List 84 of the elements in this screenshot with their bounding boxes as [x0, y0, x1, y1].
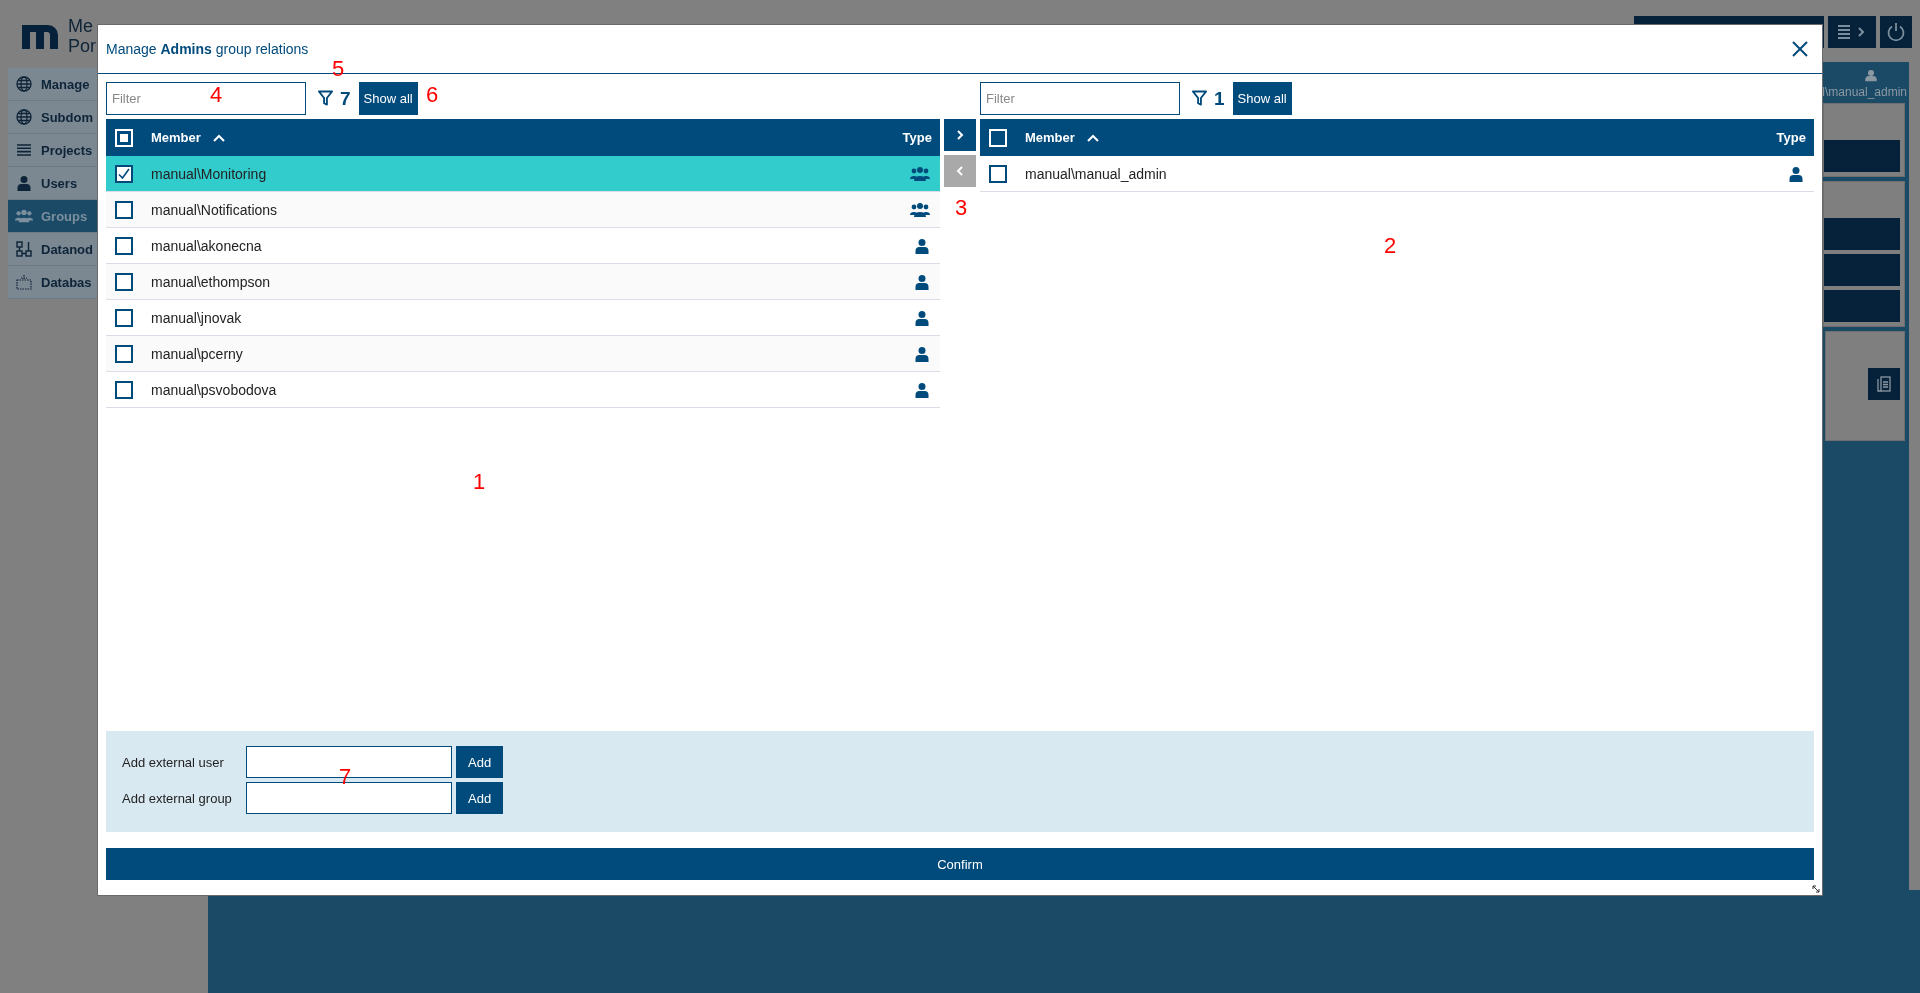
add-button[interactable]: Add	[456, 746, 504, 778]
nav-label: Manage	[41, 76, 90, 92]
user-icon	[15, 175, 33, 191]
sort-caret-icon[interactable]	[1086, 133, 1099, 142]
column-header[interactable]: Type	[902, 130, 932, 145]
checkbox[interactable]	[989, 164, 1007, 183]
show-all-button[interactable]: Show all	[1232, 82, 1292, 115]
member-row[interactable]: manual\Notifications	[106, 192, 940, 228]
member-row[interactable]: manual\pcerny	[106, 336, 940, 372]
database-icon	[15, 274, 33, 290]
checkbox[interactable]	[115, 272, 133, 291]
logo-text: Me	[68, 16, 94, 36]
column-header[interactable]: Member	[1025, 130, 1075, 145]
annotation-number: 6	[425, 84, 439, 106]
nav-label: Datanod	[41, 241, 93, 257]
select-all-checkbox[interactable]	[115, 128, 133, 147]
filter-icon	[318, 90, 333, 107]
globe-icon	[15, 76, 33, 92]
document-icon	[1877, 376, 1891, 392]
user-icon	[1863, 69, 1879, 83]
annotation-number: 2	[1383, 235, 1397, 257]
group-icon	[15, 208, 33, 224]
filter-icon	[1192, 90, 1207, 107]
column-header[interactable]: Type	[1776, 130, 1806, 145]
result-count: 1	[1214, 87, 1225, 110]
chevron-right-icon	[956, 129, 964, 141]
field-label: Add external group	[122, 790, 233, 806]
field-label: Add external user	[122, 754, 225, 770]
checkbox[interactable]	[115, 164, 133, 183]
confirm-button[interactable]: Confirm	[106, 848, 1814, 880]
show-all-button[interactable]: Show all	[358, 82, 418, 115]
member-name: manual\ethompson	[151, 273, 271, 290]
resize-icon[interactable]	[1812, 885, 1820, 893]
menu-button[interactable]	[1828, 16, 1876, 48]
annotation-number: 3	[954, 197, 968, 219]
checkbox[interactable]	[115, 380, 133, 399]
checkbox[interactable]	[115, 200, 133, 219]
member-row[interactable]: manual\ethompson	[106, 264, 940, 300]
nav-label: Databas	[41, 274, 92, 290]
user-icon	[1788, 165, 1804, 182]
annotation-number: 1	[472, 471, 486, 493]
member-row[interactable]: manual\Monitoring	[106, 156, 940, 192]
annotation-number: 4	[209, 84, 223, 106]
power-icon	[1886, 22, 1906, 42]
user-name: l\manual_admin	[1822, 85, 1907, 99]
menu-icon	[1837, 24, 1867, 40]
member-name: manual\psvobodova	[151, 381, 277, 398]
member-name: manual\pcerny	[151, 345, 243, 362]
sort-caret-icon[interactable]	[212, 133, 225, 142]
nav-label: Users	[41, 175, 78, 191]
nav-label: Subdom	[41, 109, 93, 125]
checkbox[interactable]	[115, 308, 133, 327]
user-icon	[914, 273, 930, 290]
user-icon	[914, 345, 930, 362]
nav-label: Projects	[41, 142, 93, 158]
select-all-checkbox[interactable]	[989, 128, 1007, 147]
user-icon	[914, 381, 930, 398]
nodes-icon	[15, 241, 33, 257]
user-icon	[914, 309, 930, 326]
dialog-title: Manage Admins group relations	[106, 41, 309, 57]
group-icon	[910, 165, 930, 182]
logo-text: Por	[68, 36, 96, 56]
input-field[interactable]	[246, 782, 452, 814]
add-button[interactable]: Add	[456, 782, 504, 814]
globe-icon	[15, 109, 33, 125]
column-header[interactable]: Member	[151, 130, 201, 145]
nav-label: Groups	[41, 208, 88, 224]
checkbox[interactable]	[115, 344, 133, 363]
member-name: manual\manual_admin	[1025, 165, 1167, 182]
move-right-button[interactable]	[944, 119, 976, 151]
list-icon	[15, 142, 33, 158]
group-icon	[910, 201, 930, 218]
result-count: 7	[340, 87, 351, 110]
member-name: manual\Notifications	[151, 201, 278, 218]
member-name: manual\akonecna	[151, 237, 262, 254]
member-name: manual\Monitoring	[151, 165, 267, 182]
close-icon[interactable]	[1792, 41, 1808, 57]
power-button[interactable]	[1880, 16, 1912, 48]
chevron-left-icon	[956, 165, 964, 177]
member-name: manual\jnovak	[151, 309, 242, 326]
copy-button[interactable]	[1868, 368, 1900, 400]
user-icon	[914, 237, 930, 254]
checkbox[interactable]	[115, 236, 133, 255]
filter-field[interactable]: Filter	[980, 82, 1180, 115]
